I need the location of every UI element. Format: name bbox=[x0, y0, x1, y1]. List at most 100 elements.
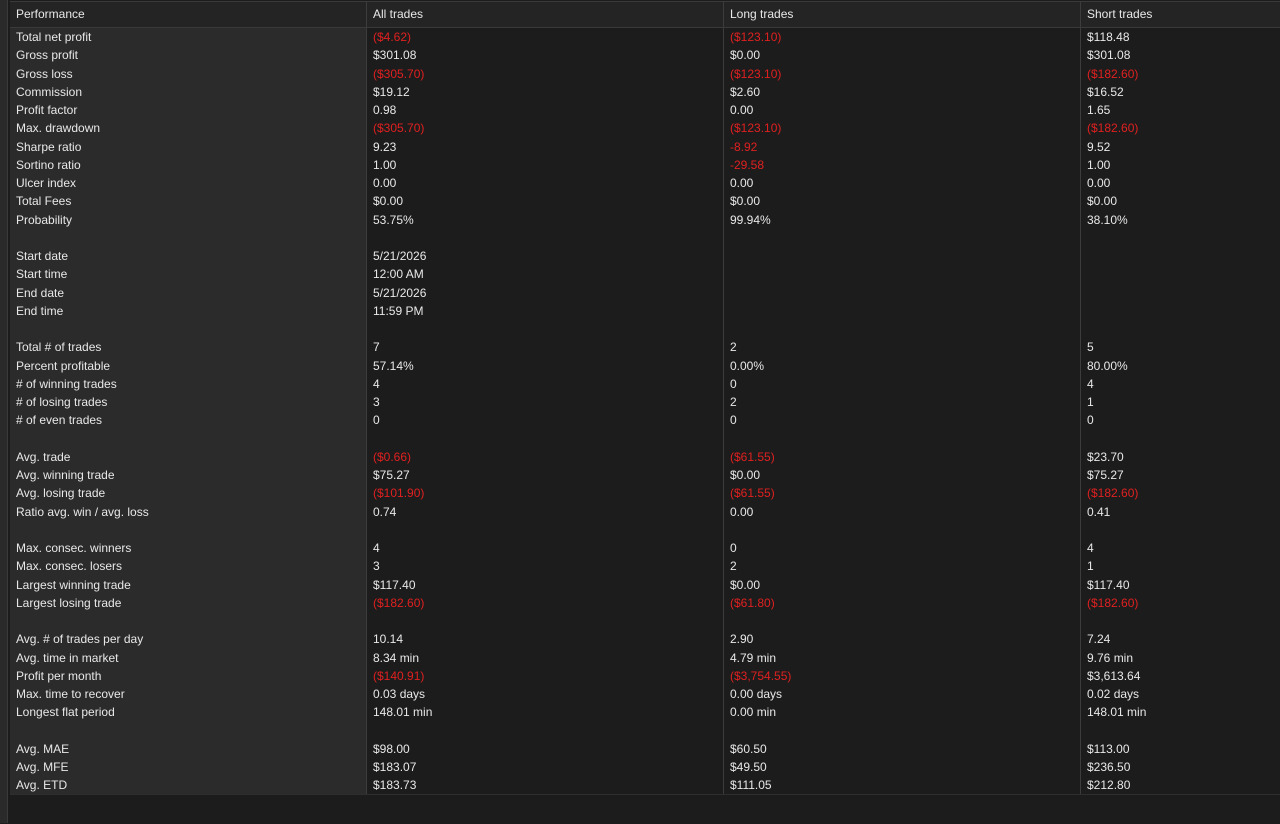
row-label: Start date bbox=[10, 247, 367, 266]
row-label: Profit per month bbox=[10, 666, 367, 685]
header-short-trades[interactable]: Short trades bbox=[1081, 2, 1280, 27]
long-trades-value: 0.00 min bbox=[724, 703, 1081, 722]
row-label: Max. drawdown bbox=[10, 119, 367, 138]
long-trades-value bbox=[724, 247, 1081, 266]
short-trades-value: 1.00 bbox=[1087, 157, 1111, 172]
all-trades-value: ($0.66) bbox=[367, 447, 724, 466]
all-trades-value: 0.00 bbox=[367, 174, 724, 193]
all-trades-value: ($101.90) bbox=[367, 484, 724, 503]
long-trades-value bbox=[724, 320, 1081, 339]
long-trades-value: $0.00 bbox=[724, 466, 1081, 485]
all-trades-value: 4 bbox=[367, 539, 724, 558]
table-row: # of winning trades 4 0 4 bbox=[10, 374, 1280, 393]
table-row: Avg. ETD $183.73 $111.05 $212.80 bbox=[10, 776, 1280, 795]
table-row: Avg. losing trade ($101.90) ($61.55) ($182.… bbox=[10, 484, 1280, 503]
table-row: Avg. time in market 8.34 min 4.79 min 9.76 … bbox=[10, 648, 1280, 667]
grid-body: Total net profit ($4.62) ($123.10) $118.48 G… bbox=[10, 28, 1280, 795]
long-trades-value bbox=[724, 612, 1081, 631]
long-trades-value: 0 bbox=[724, 374, 1081, 393]
table-row: Longest flat period 148.01 min 0.00 min 148… bbox=[10, 703, 1280, 722]
short-trades-value bbox=[1081, 247, 1280, 265]
all-trades-value: 0 bbox=[367, 411, 724, 430]
row-label: Avg. losing trade bbox=[10, 484, 367, 503]
short-trades-value: 1.65 bbox=[1087, 103, 1111, 117]
long-trades-value: ($123.10) bbox=[724, 28, 1081, 47]
row-label: Percent profitable bbox=[10, 356, 367, 375]
short-trades-value: 7.24 bbox=[1087, 632, 1111, 647]
row-label: Ulcer index bbox=[10, 174, 367, 193]
all-trades-value: $183.73 bbox=[367, 776, 724, 795]
long-trades-value: 0.00 bbox=[724, 502, 1081, 521]
row-label: Avg. time in market bbox=[10, 648, 367, 667]
row-label: Start time bbox=[10, 265, 367, 284]
long-trades-value: 2.90 bbox=[724, 630, 1081, 649]
row-label: Profit factor bbox=[10, 101, 367, 120]
all-trades-value: ($140.91) bbox=[367, 666, 724, 685]
short-trades-value bbox=[1081, 722, 1280, 740]
table-row: Gross loss ($305.70) ($123.10) ($182.60) bbox=[10, 64, 1280, 83]
short-trades-value: $16.52 bbox=[1087, 84, 1124, 99]
table-row: Percent profitable 57.14% 0.00% 80.00% bbox=[10, 356, 1280, 375]
all-trades-value: 4 bbox=[367, 374, 724, 393]
table-row: Avg. # of trades per day 10.14 2.90 7.24 bbox=[10, 630, 1280, 649]
short-trades-value bbox=[1081, 229, 1280, 247]
all-trades-value: 9.23 bbox=[367, 137, 724, 156]
table-row: Avg. winning trade $75.27 $0.00 $75.27 bbox=[10, 466, 1280, 485]
all-trades-value: $117.40 bbox=[367, 575, 724, 594]
all-trades-value bbox=[367, 228, 724, 247]
all-trades-value: 0.98 bbox=[367, 101, 724, 120]
row-label: # of even trades bbox=[10, 411, 367, 430]
long-trades-value bbox=[724, 265, 1081, 284]
short-trades-value: $117.40 bbox=[1087, 577, 1130, 592]
long-trades-value: $60.50 bbox=[724, 739, 1081, 758]
row-label: Avg. # of trades per day bbox=[10, 630, 367, 649]
all-trades-value bbox=[367, 520, 724, 539]
long-trades-value: 0 bbox=[724, 411, 1081, 430]
all-trades-value: ($305.70) bbox=[367, 64, 724, 83]
row-label: Ratio avg. win / avg. loss bbox=[10, 502, 367, 521]
long-trades-value: ($123.10) bbox=[724, 64, 1081, 83]
all-trades-value: $301.08 bbox=[367, 46, 724, 65]
all-trades-value: 57.14% bbox=[367, 356, 724, 375]
table-row: Max. consec. losers 3 2 1 bbox=[10, 557, 1280, 576]
long-trades-value: 99.94% bbox=[724, 210, 1081, 229]
table-row: Ulcer index 0.00 0.00 0.00 bbox=[10, 174, 1280, 193]
row-label: Probability bbox=[10, 210, 367, 229]
all-trades-value: 1.00 bbox=[367, 155, 724, 174]
spacer-row bbox=[10, 228, 1280, 247]
all-trades-value: $98.00 bbox=[367, 739, 724, 758]
all-trades-value: 5/21/2026 bbox=[367, 283, 724, 302]
long-trades-value: 2 bbox=[724, 557, 1081, 576]
short-trades-value: $118.48 bbox=[1087, 30, 1130, 44]
row-label bbox=[10, 228, 367, 247]
long-trades-value: $111.05 bbox=[724, 776, 1081, 795]
long-trades-value: ($123.10) bbox=[724, 119, 1081, 138]
header-all-trades[interactable]: All trades bbox=[367, 2, 724, 27]
row-label: Max. time to recover bbox=[10, 685, 367, 704]
all-trades-value: ($182.60) bbox=[367, 593, 724, 612]
header-performance[interactable]: Performance bbox=[10, 2, 367, 27]
table-row: Profit per month ($140.91) ($3,754.55) $3,6… bbox=[10, 666, 1280, 685]
table-row: Largest winning trade $117.40 $0.00 $117.40 bbox=[10, 575, 1280, 594]
short-trades-value: 0.00 bbox=[1087, 176, 1111, 190]
table-row: Avg. MFE $183.07 $49.50 $236.50 bbox=[10, 758, 1280, 777]
all-trades-value: $0.00 bbox=[367, 192, 724, 211]
row-label: Max. consec. winners bbox=[10, 539, 367, 558]
long-trades-value: $49.50 bbox=[724, 758, 1081, 777]
table-row: Probability 53.75% 99.94% 38.10% bbox=[10, 210, 1280, 229]
row-label: Avg. MAE bbox=[10, 739, 367, 758]
long-trades-value bbox=[724, 429, 1081, 448]
row-label: Commission bbox=[10, 82, 367, 101]
header-long-trades[interactable]: Long trades bbox=[724, 2, 1081, 27]
all-trades-value bbox=[367, 721, 724, 740]
long-trades-value: 0.00 days bbox=[724, 685, 1081, 704]
short-trades-value bbox=[1081, 430, 1280, 448]
table-row: Total Fees $0.00 $0.00 $0.00 bbox=[10, 192, 1280, 211]
row-label bbox=[10, 721, 367, 740]
long-trades-value: ($61.80) bbox=[724, 593, 1081, 612]
short-trades-value: $212.80 bbox=[1087, 778, 1131, 793]
long-trades-value: 0.00 bbox=[724, 101, 1081, 120]
table-row: Largest losing trade ($182.60) ($61.80) ($1… bbox=[10, 593, 1280, 612]
short-trades-value bbox=[1081, 612, 1280, 630]
short-trades-value: ($182.60) bbox=[1087, 595, 1139, 610]
